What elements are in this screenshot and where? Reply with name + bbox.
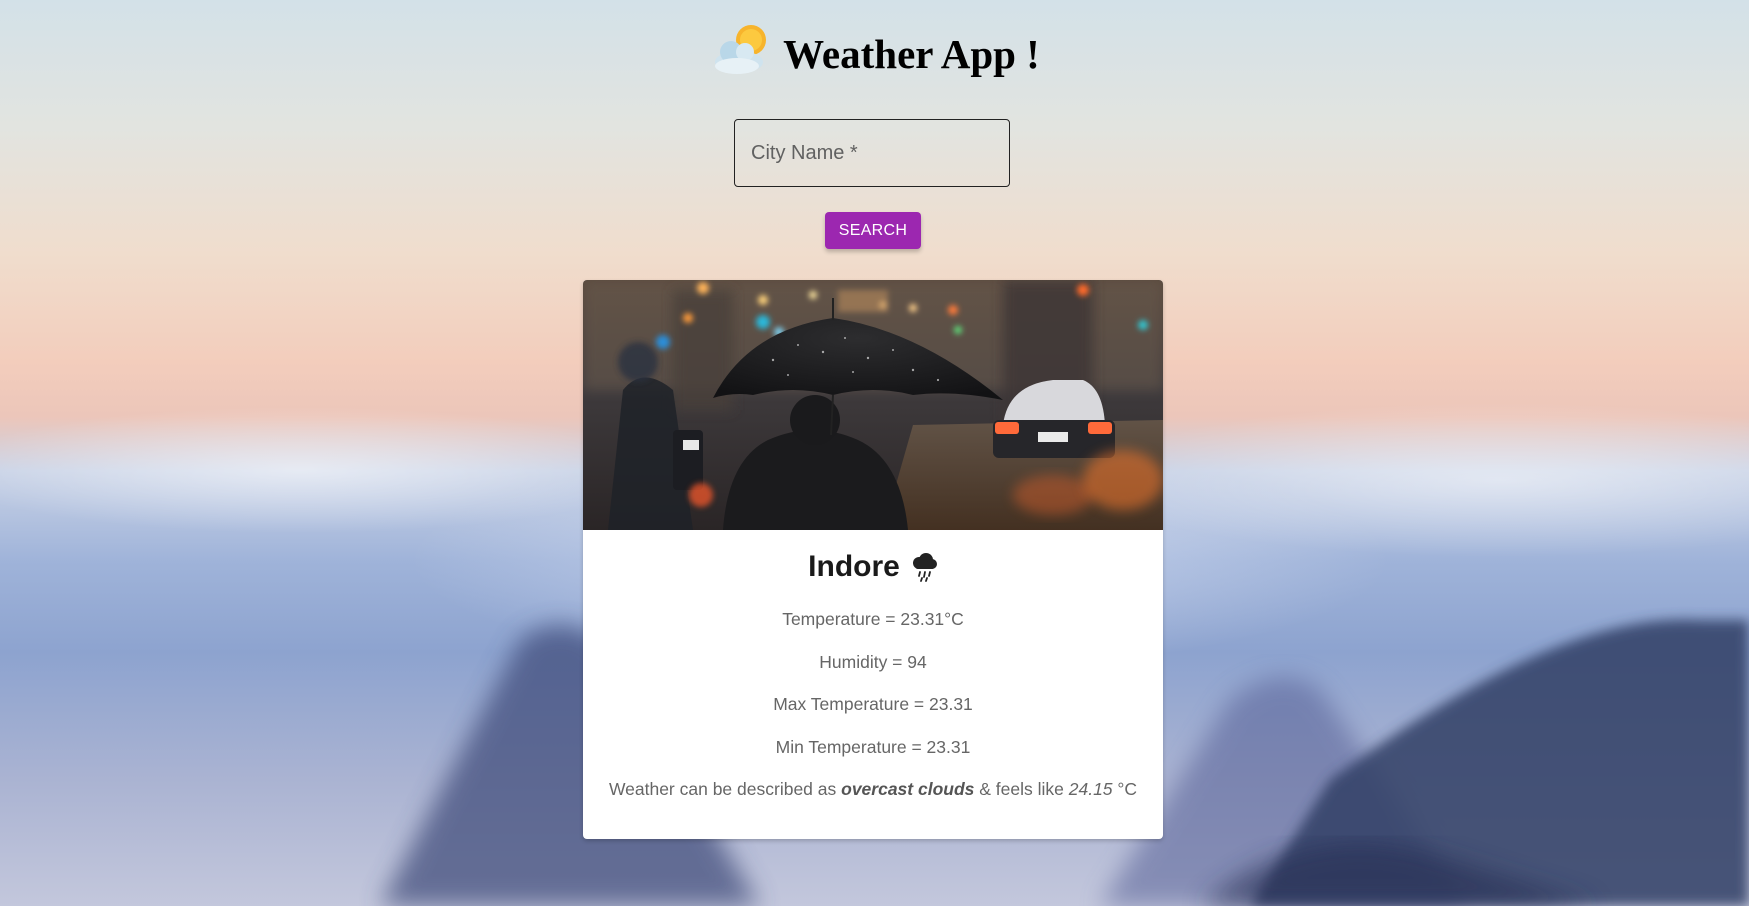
weather-card: Indore Temperature = 23.31°C Humidity = … — [583, 280, 1163, 839]
sun-behind-cloud-icon — [715, 25, 767, 74]
city-name-field[interactable] — [734, 119, 1010, 187]
feels-like-prefix: & feels like — [979, 779, 1064, 799]
city-heading: Indore — [583, 550, 1163, 584]
description-prefix: Weather can be described as — [608, 779, 837, 799]
city-name-input[interactable] — [735, 120, 1009, 186]
max-temperature-text: Max Temperature = 23.31 — [773, 694, 973, 714]
humidity-text: Humidity = 94 — [819, 651, 927, 672]
rain-cloud-icon — [912, 553, 937, 582]
feels-like-value: 24.15 — [1068, 779, 1113, 799]
temperature-text: Temperature = 23.31°C — [782, 609, 964, 629]
city-name: Indore — [808, 550, 900, 583]
min-temperature-text: Min Temperature = 23.31 — [775, 736, 971, 757]
rainy-street-image — [583, 280, 1163, 530]
weather-description: Weather can be described as overcast clo… — [583, 768, 1163, 811]
feels-like-unit: °C — [1117, 779, 1138, 799]
search-button[interactable]: SEARCH — [825, 212, 921, 249]
page-title: Weather App ! — [783, 31, 1040, 77]
app-header: Weather App ! — [0, 22, 1749, 78]
condition-description: overcast clouds — [841, 779, 975, 799]
weather-details: Indore Temperature = 23.31°C Humidity = … — [583, 530, 1163, 811]
